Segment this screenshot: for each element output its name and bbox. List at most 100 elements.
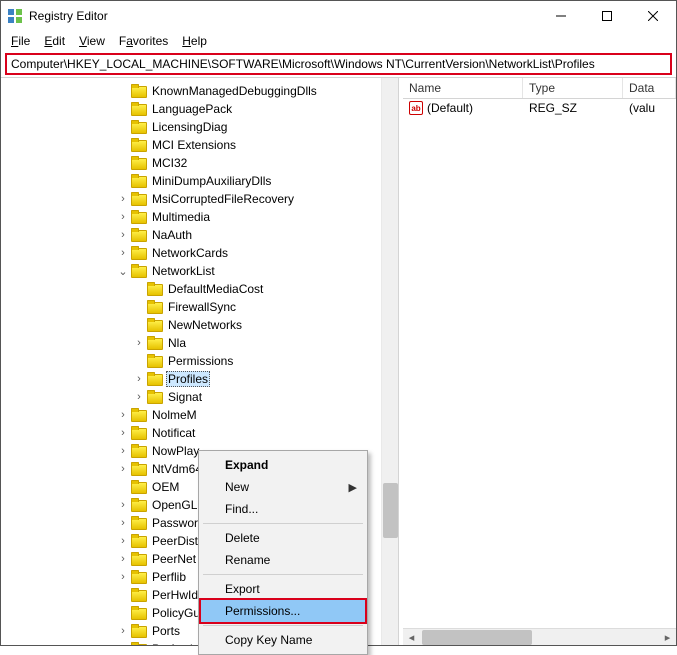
folder-icon	[131, 516, 147, 530]
chevron-right-icon[interactable]: ›	[117, 445, 129, 457]
tree-node-label[interactable]: NolmeM	[150, 408, 199, 422]
chevron-right-icon[interactable]: ›	[117, 193, 129, 205]
tree-node[interactable]: LicensingDiag	[5, 118, 398, 136]
tree-node[interactable]: KnownManagedDebuggingDlls	[5, 82, 398, 100]
tree-node-label[interactable]: PeerNet	[150, 552, 198, 566]
tree-node[interactable]: › NolmeM	[5, 406, 398, 424]
tree-node-label[interactable]: LicensingDiag	[150, 120, 229, 134]
ctx-expand[interactable]: Expand	[201, 454, 365, 476]
ctx-delete[interactable]: Delete	[201, 527, 365, 549]
menu-view[interactable]: View	[73, 33, 111, 49]
tree-node[interactable]: › MsiCorruptedFileRecovery	[5, 190, 398, 208]
ctx-permissions[interactable]: Permissions...	[201, 600, 365, 622]
tree-node[interactable]: DefaultMediaCost	[5, 280, 398, 298]
folder-icon	[131, 138, 147, 152]
menu-file[interactable]: F/*noop*/ile	[5, 33, 36, 49]
chevron-right-icon[interactable]: ›	[117, 625, 129, 637]
scroll-thumb[interactable]	[383, 483, 398, 538]
tree-node-label[interactable]: MCI32	[150, 156, 189, 170]
tree-node-label[interactable]: NtVdm64	[150, 462, 204, 476]
scroll-right-button[interactable]: ▸	[659, 628, 676, 645]
folder-icon	[131, 210, 147, 224]
chevron-right-icon[interactable]: ›	[117, 571, 129, 583]
tree-node[interactable]: MCI Extensions	[5, 136, 398, 154]
tree-node-label[interactable]: KnownManagedDebuggingDlls	[150, 84, 319, 98]
ctx-copy-key-name[interactable]: Copy Key Name	[201, 629, 365, 651]
title-bar[interactable]: Registry Editor	[1, 1, 676, 31]
menu-help[interactable]: Help	[176, 33, 213, 49]
tree-node-label[interactable]: NewNetworks	[166, 318, 244, 332]
tree-node-label[interactable]: Perflib	[150, 570, 188, 584]
menu-edit[interactable]: Edit	[38, 33, 71, 49]
tree-node[interactable]: NewNetworks	[5, 316, 398, 334]
chevron-right-icon[interactable]: ›	[117, 517, 129, 529]
tree-node-label[interactable]: MCI Extensions	[150, 138, 238, 152]
close-button[interactable]	[630, 1, 676, 31]
tree-node-label[interactable]: NetworkList	[150, 264, 217, 278]
col-data[interactable]: Data	[623, 78, 676, 98]
chevron-right-icon[interactable]: ›	[117, 409, 129, 421]
chevron-right-icon[interactable]: ›	[117, 211, 129, 223]
chevron-right-icon[interactable]: ›	[133, 391, 145, 403]
chevron-right-icon[interactable]: ›	[117, 499, 129, 511]
chevron-right-icon[interactable]: ›	[117, 643, 129, 645]
tree-node-label[interactable]: Ports	[150, 624, 182, 638]
chevron-right-icon[interactable]: ›	[133, 373, 145, 385]
tree-node-label[interactable]: Profiles	[166, 371, 210, 387]
values-header[interactable]: Name Type Data	[403, 78, 676, 99]
tree-node[interactable]: MCI32	[5, 154, 398, 172]
chevron-down-icon[interactable]: ⌄	[117, 265, 129, 277]
menu-favorites[interactable]: Favorites	[113, 33, 174, 49]
tree-node[interactable]: FirewallSync	[5, 298, 398, 316]
ctx-rename[interactable]: Rename	[201, 549, 365, 571]
tree-node-label[interactable]: DefaultMediaCost	[166, 282, 265, 296]
chevron-right-icon[interactable]: ›	[133, 337, 145, 349]
tree-node[interactable]: ⌄ NetworkList	[5, 262, 398, 280]
scroll-left-button[interactable]: ◂	[403, 628, 420, 645]
chevron-right-icon[interactable]: ›	[117, 427, 129, 439]
tree-node-label[interactable]: Notificat	[150, 426, 197, 440]
chevron-right-icon[interactable]: ›	[117, 247, 129, 259]
tree-node-label[interactable]: PeerDist	[150, 534, 200, 548]
tree-node[interactable]: MiniDumpAuxiliaryDlls	[5, 172, 398, 190]
tree-node-label[interactable]: OEM	[150, 480, 181, 494]
tree-node-label[interactable]: Permissions	[166, 354, 235, 368]
tree-node-label[interactable]: MsiCorruptedFileRecovery	[150, 192, 296, 206]
minimize-button[interactable]	[538, 1, 584, 31]
col-name[interactable]: Name	[403, 78, 523, 98]
chevron-right-icon[interactable]: ›	[117, 229, 129, 241]
chevron-right-icon[interactable]: ›	[117, 535, 129, 547]
tree-scrollbar[interactable]	[381, 78, 398, 645]
tree-node[interactable]: › Signat	[5, 388, 398, 406]
value-row[interactable]: ab(Default)REG_SZ(valu	[403, 99, 676, 117]
chevron-right-icon[interactable]: ›	[117, 553, 129, 565]
tree-node[interactable]: › NaAuth	[5, 226, 398, 244]
folder-icon	[131, 570, 147, 584]
tree-node[interactable]: › Profiles	[5, 370, 398, 388]
chevron-right-icon[interactable]: ›	[117, 463, 129, 475]
tree-node-label[interactable]: LanguagePack	[150, 102, 234, 116]
ctx-find[interactable]: Find...	[201, 498, 365, 520]
address-bar[interactable]	[7, 55, 670, 73]
tree-node[interactable]: › NetworkCards	[5, 244, 398, 262]
tree-node-label[interactable]: FirewallSync	[166, 300, 238, 314]
tree-node-label[interactable]: Multimedia	[150, 210, 212, 224]
tree-node[interactable]: › Multimedia	[5, 208, 398, 226]
tree-node-label[interactable]: NetworkCards	[150, 246, 230, 260]
ctx-new[interactable]: New▶	[201, 476, 365, 498]
tree-node-label[interactable]: NaAuth	[150, 228, 194, 242]
tree-node-label[interactable]: Signat	[166, 390, 204, 404]
tree-node[interactable]: › Nla	[5, 334, 398, 352]
tree-node[interactable]: Permissions	[5, 352, 398, 370]
values-pane[interactable]: Name Type Data ab(Default)REG_SZ(valu ◂ …	[403, 78, 676, 645]
col-type[interactable]: Type	[523, 78, 623, 98]
tree-node-label[interactable]: Nla	[166, 336, 188, 350]
ctx-export[interactable]: Export	[201, 578, 365, 600]
tree-node-label[interactable]: NowPlay	[150, 444, 201, 458]
maximize-button[interactable]	[584, 1, 630, 31]
values-hscrollbar[interactable]: ◂ ▸	[403, 628, 676, 645]
tree-node-label[interactable]: MiniDumpAuxiliaryDlls	[150, 174, 273, 188]
tree-node[interactable]: › Notificat	[5, 424, 398, 442]
scroll-thumb[interactable]	[422, 630, 532, 645]
tree-node[interactable]: LanguagePack	[5, 100, 398, 118]
